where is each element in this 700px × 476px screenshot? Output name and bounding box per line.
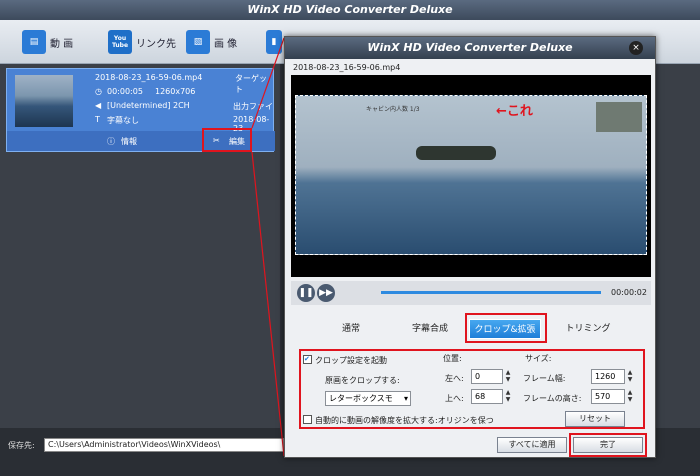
- frame-height-label: フレームの高さ:: [523, 394, 582, 403]
- height-spinner-icon[interactable]: ▲ ▼: [626, 389, 634, 404]
- top-spinner-icon[interactable]: ▲ ▼: [504, 389, 512, 404]
- tab-trim[interactable]: トリミング: [555, 319, 621, 339]
- reset-button[interactable]: リセット: [565, 411, 625, 427]
- tab-highlight: [465, 313, 547, 343]
- left-label: 左へ:: [445, 374, 464, 383]
- top-offset-input[interactable]: [471, 389, 503, 404]
- enable-crop-checkbox[interactable]: ✔: [303, 355, 312, 364]
- playback-time: 00:00:02: [611, 288, 647, 297]
- top-label: 上へ:: [445, 394, 464, 403]
- auto-expand-checkbox[interactable]: [303, 415, 312, 424]
- frame-width-input[interactable]: [591, 369, 625, 384]
- minimap-image: [596, 102, 642, 132]
- size-label: サイズ:: [525, 354, 552, 363]
- done-highlight: [569, 433, 647, 457]
- helicopter-image: [416, 146, 496, 160]
- crop-mode-value: レターボックスモ: [329, 394, 393, 403]
- seek-slider[interactable]: [381, 291, 601, 294]
- edit-dialog: WinX HD Video Converter Deluxe × 2018-08…: [284, 36, 656, 458]
- tab-subtitle[interactable]: 字幕合成: [395, 319, 465, 339]
- frame-width-label: フレーム幅:: [523, 374, 566, 383]
- arrow-annotation: ←これ: [496, 104, 533, 119]
- tab-normal[interactable]: 通常: [321, 319, 381, 339]
- crop-area[interactable]: キャビン内人数 1/3 ←これ: [295, 95, 647, 255]
- dialog-filename: 2018-08-23_16-59-06.mp4: [293, 63, 401, 72]
- close-icon[interactable]: ×: [629, 41, 643, 55]
- fast-forward-icon[interactable]: ▶▶: [317, 284, 335, 302]
- enable-crop-label: クロップ設定を起動: [315, 356, 387, 365]
- auto-expand-label: 自動的に動画の解像度を拡大する:オリジンを保つ: [315, 416, 494, 425]
- source-crop-label: 原画をクロップする:: [325, 376, 400, 385]
- frame-height-input[interactable]: [591, 389, 625, 404]
- playback-bar: ❚❚ ▶▶ 00:00:02: [291, 281, 651, 305]
- apply-all-button[interactable]: すべてに適用: [497, 437, 567, 453]
- left-offset-input[interactable]: [471, 369, 503, 384]
- position-label: 位置:: [443, 354, 462, 363]
- chevron-down-icon: ▾: [403, 394, 408, 403]
- width-spinner-icon[interactable]: ▲ ▼: [626, 369, 634, 384]
- video-preview: キャビン内人数 1/3 ←これ: [291, 75, 651, 277]
- dialog-title: WinX HD Video Converter Deluxe: [285, 37, 655, 59]
- scene-caption: キャビン内人数 1/3: [366, 106, 420, 113]
- crop-mode-select[interactable]: レターボックスモ ▾: [325, 391, 411, 406]
- pause-icon[interactable]: ❚❚: [297, 284, 315, 302]
- left-spinner-icon[interactable]: ▲ ▼: [504, 369, 512, 384]
